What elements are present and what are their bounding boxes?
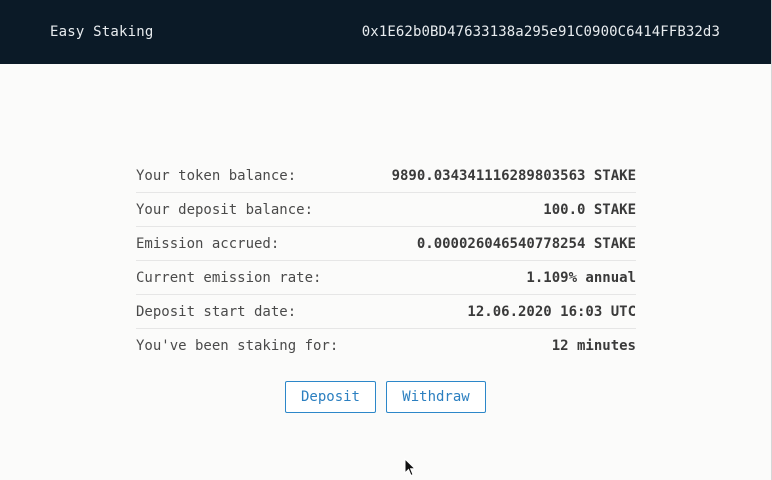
staking-duration-label: You've been staking for: [136, 337, 339, 354]
token-balance-label: Your token balance: [136, 167, 297, 184]
app-window: Easy Staking 0x1E62b0BD47633138a295e91C0… [0, 0, 772, 480]
info-row-deposit-start: Deposit start date: 12.06.2020 16:03 UTC [136, 295, 636, 329]
emission-accrued-label: Emission accrued: [136, 235, 280, 252]
token-balance-value: 9890.034341116289803563 STAKE [391, 167, 636, 184]
info-row-emission-accrued: Emission accrued: 0.000026046540778254 S… [136, 227, 636, 261]
withdraw-button[interactable]: Withdraw [386, 381, 486, 413]
wallet-address: 0x1E62b0BD47633138a295e91C0900C6414FFB32… [361, 24, 720, 40]
staking-info-list: Your token balance: 9890.034341116289803… [136, 159, 636, 362]
header-bar: Easy Staking 0x1E62b0BD47633138a295e91C0… [0, 0, 771, 64]
deposit-button[interactable]: Deposit [285, 381, 376, 413]
emission-rate-value: 1.109% annual [526, 269, 636, 286]
deposit-balance-label: Your deposit balance: [136, 201, 314, 218]
info-row-emission-rate: Current emission rate: 1.109% annual [136, 261, 636, 295]
deposit-balance-value: 100.0 STAKE [543, 201, 636, 218]
info-row-deposit-balance: Your deposit balance: 100.0 STAKE [136, 193, 636, 227]
deposit-start-value: 12.06.2020 16:03 UTC [467, 303, 636, 320]
info-row-token-balance: Your token balance: 9890.034341116289803… [136, 159, 636, 193]
mouse-cursor-icon [404, 458, 416, 477]
emission-rate-label: Current emission rate: [136, 269, 322, 286]
deposit-start-label: Deposit start date: [136, 303, 297, 320]
app-title: Easy Staking [50, 24, 154, 40]
emission-accrued-value: 0.000026046540778254 STAKE [416, 235, 636, 252]
action-buttons: Deposit Withdraw [285, 381, 486, 413]
staking-duration-value: 12 minutes [551, 337, 636, 354]
info-row-staking-duration: You've been staking for: 12 minutes [136, 329, 636, 362]
